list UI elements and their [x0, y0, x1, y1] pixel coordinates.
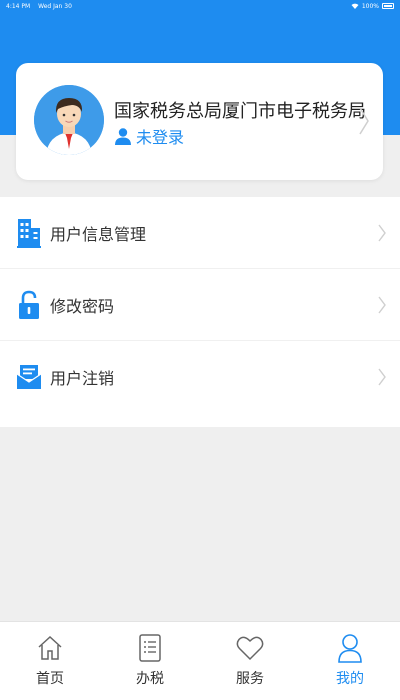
settings-menu: 用户信息管理 修改密码 用户注销 [0, 197, 400, 427]
heart-icon [235, 632, 265, 664]
tab-label: 我的 [336, 671, 364, 687]
status-bar: 4:14 PM Wed Jan 30 100% [0, 0, 400, 12]
tab-label: 服务 [236, 671, 264, 687]
mail-icon [16, 362, 42, 392]
menu-item-label: 用户信息管理 [50, 224, 147, 244]
battery-percent: 100% [361, 2, 379, 10]
tab-service[interactable]: 服务 [200, 622, 300, 700]
menu-item-change-password[interactable]: 修改密码 [0, 269, 400, 341]
wifi-icon [351, 3, 359, 9]
chevron-right-icon [378, 224, 386, 241]
tab-label: 办税 [136, 671, 164, 687]
status-time: 4:14 PM [6, 2, 31, 10]
home-icon [35, 632, 65, 664]
avatar [34, 85, 104, 155]
user-icon [115, 128, 131, 145]
tab-label: 首页 [36, 671, 64, 687]
lock-icon [16, 290, 42, 320]
login-status-label: 未登录 [136, 128, 185, 147]
tab-home[interactable]: 首页 [0, 622, 100, 700]
chevron-right-icon [378, 368, 386, 386]
chevron-right-icon [378, 296, 386, 313]
menu-item-label: 用户注销 [50, 369, 115, 388]
tab-tax[interactable]: 办税 [100, 622, 200, 700]
menu-item-label: 修改密码 [50, 296, 115, 316]
chevron-right-icon [359, 107, 369, 135]
status-date: Wed Jan 30 [38, 2, 72, 10]
status-right: 100% [351, 3, 394, 10]
document-icon [135, 632, 165, 664]
profile-card[interactable]: 国家税务总局厦门市电子税务局 未登录 [16, 63, 383, 180]
login-status[interactable]: 未登录 [114, 124, 184, 148]
menu-item-logout-account[interactable]: 用户注销 [0, 341, 400, 413]
bottom-tab-bar: 首页 办税 服务 我的 [0, 621, 400, 700]
org-name: 国家税务总局厦门市电子税务局 [114, 101, 366, 122]
tab-mine[interactable]: 我的 [300, 622, 400, 700]
menu-item-user-info[interactable]: 用户信息管理 [0, 197, 400, 269]
user-icon [335, 632, 365, 664]
battery-icon [382, 3, 394, 9]
building-icon [16, 218, 42, 248]
status-left: 4:14 PM Wed Jan 30 [6, 3, 78, 10]
